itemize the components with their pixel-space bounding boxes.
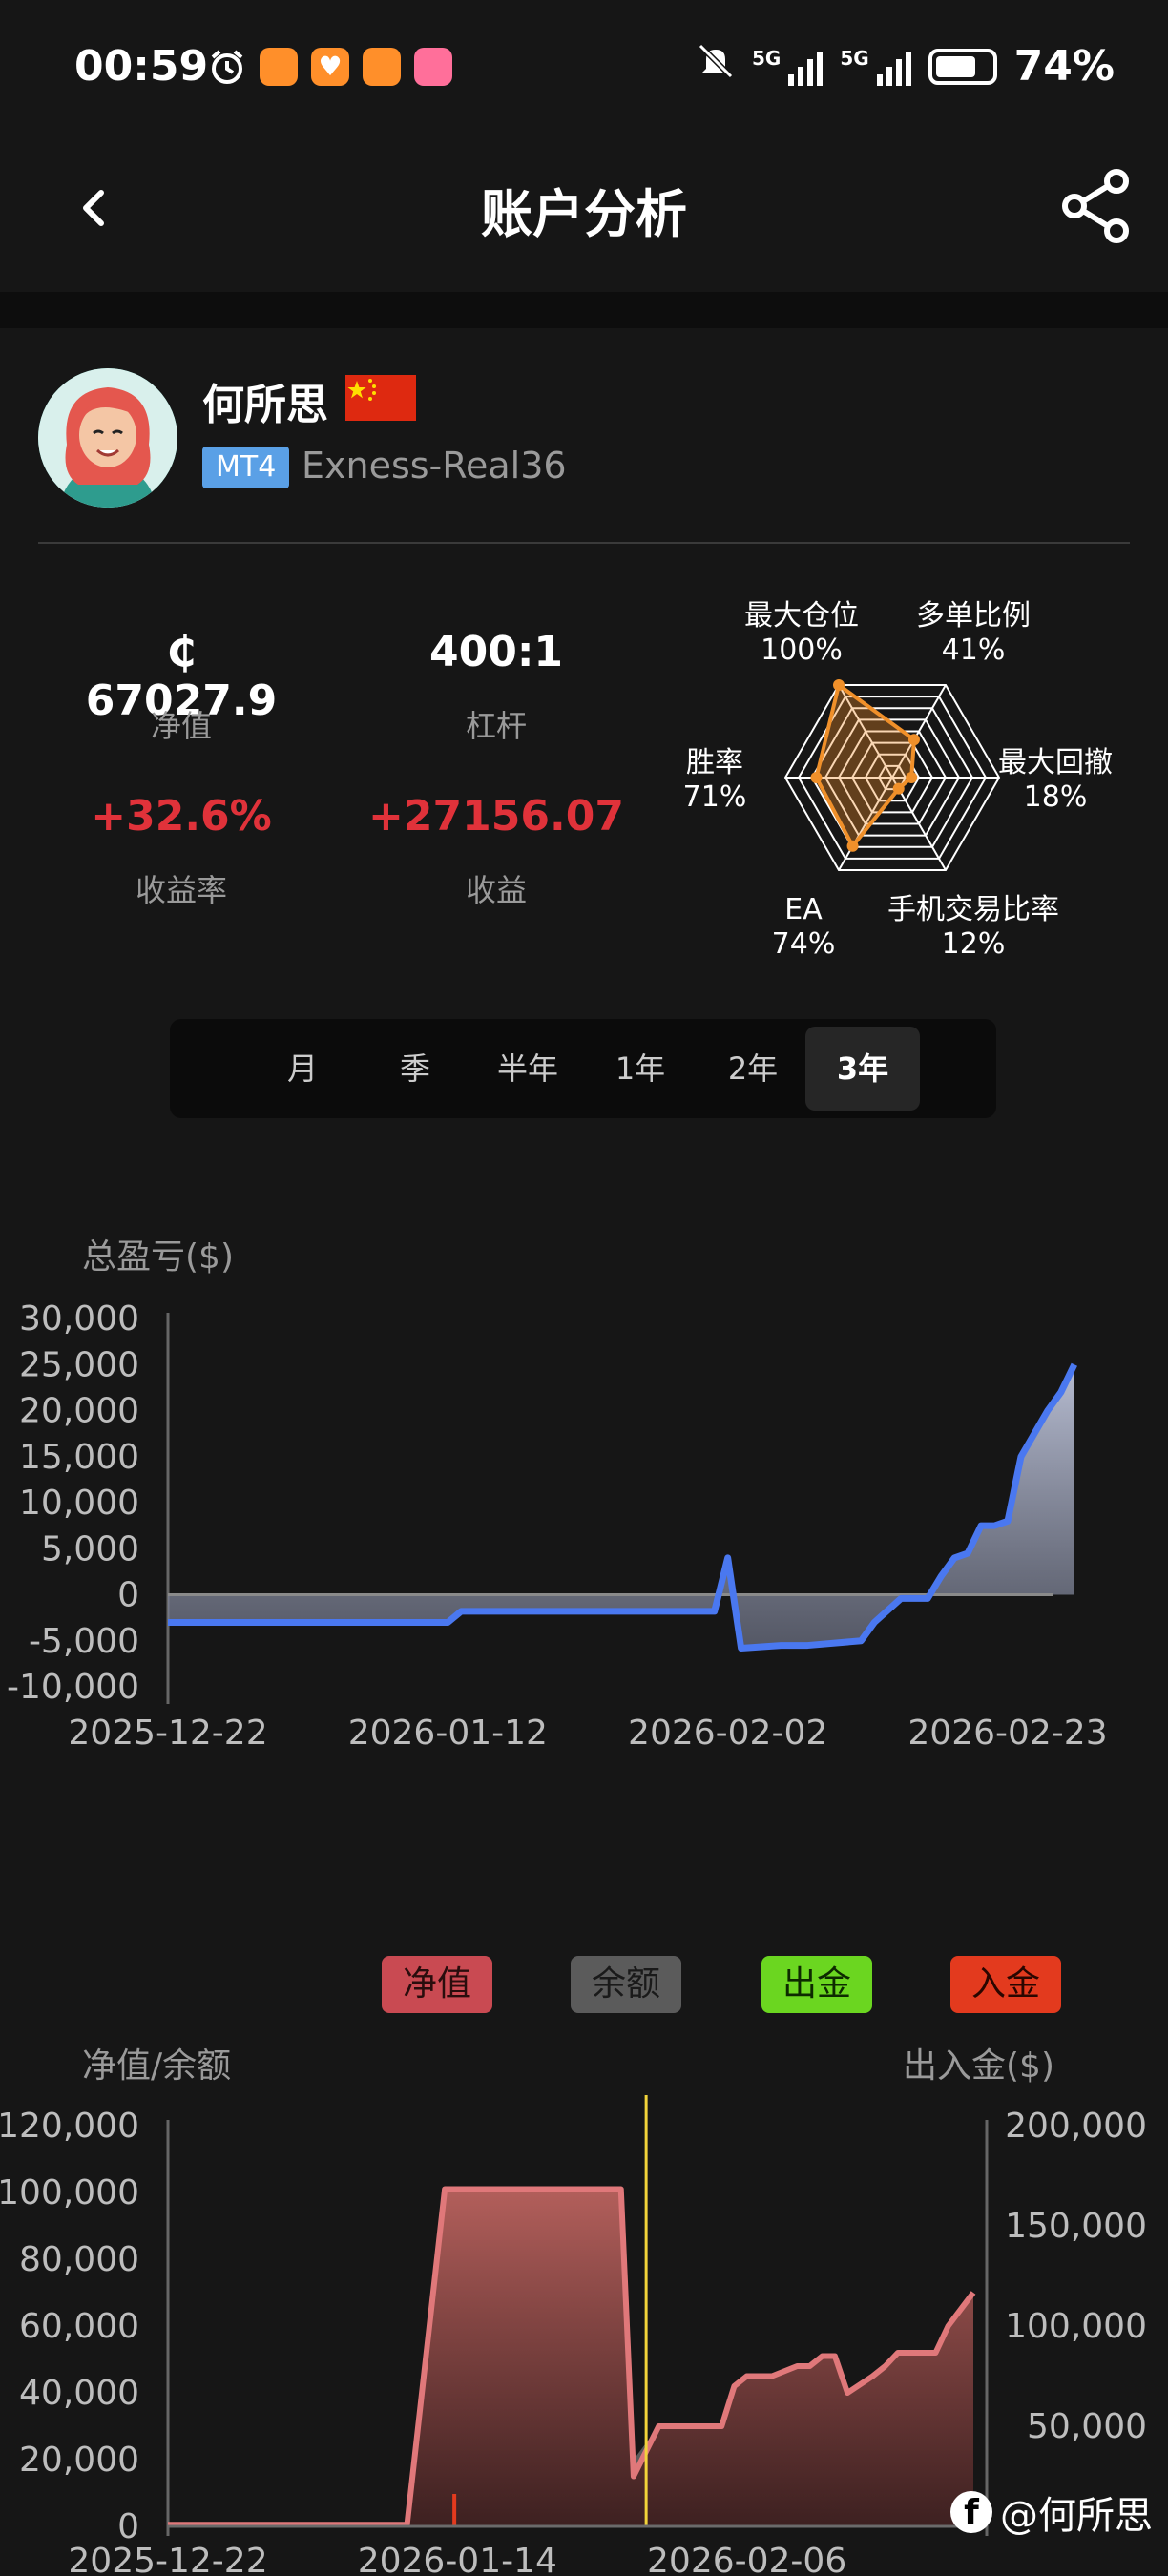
chart2-y2-tick: 200,000 <box>1005 2107 1147 2146</box>
chart2-y2label: 出入金($) <box>903 2046 1054 2086</box>
app-icon-bilibili <box>414 48 452 86</box>
watermark-text: @何所思 <box>1000 2494 1153 2538</box>
radar-value-area <box>814 681 917 850</box>
app-icon-heart: ♥ <box>311 48 349 86</box>
platform-badge: MT4 <box>202 447 290 488</box>
chart2-equity-area <box>168 2189 973 2526</box>
chart1-y-tick: 30,000 <box>19 1299 139 1339</box>
total-pnl-chart: 30,000 25,000 20,000 15,000 10,000 5,000 0 -5,0… <box>7 1299 1108 1753</box>
chart2-y-tick: 60,000 <box>19 2307 139 2346</box>
radar-label-mobile-ratio: 手机交易比率 12% <box>887 893 1059 961</box>
chart1-y-tick: 10,000 <box>19 1484 139 1523</box>
legend-withdrawal[interactable]: 出金 <box>761 1956 872 2013</box>
battery-icon <box>928 48 997 85</box>
period-tabs: 月 季 半年 1年 2年 3年 <box>170 1019 996 1118</box>
sim1-label: 5G <box>751 46 782 70</box>
chart2-y-tick: 120,000 <box>0 2107 139 2146</box>
radar-chart <box>783 679 1001 871</box>
chart1-x-tick: 2026-02-02 <box>628 1714 827 1753</box>
account-name: 何所思 <box>202 381 328 429</box>
tab-month[interactable]: 月 <box>250 1019 355 1118</box>
profit-label: 收益 <box>465 872 527 908</box>
facebook-icon: f <box>950 2491 992 2533</box>
tab-3-year[interactable]: 3年 <box>805 1027 920 1111</box>
chart1-x-tick: 2026-02-23 <box>907 1714 1107 1753</box>
radar-value-point <box>846 840 859 852</box>
tab-quarter[interactable]: 季 <box>363 1019 468 1118</box>
chart1-y-tick: -10,000 <box>7 1668 139 1707</box>
status-right: 5G 5G 74% <box>697 42 1115 91</box>
chart1-y-tick: 5,000 <box>41 1529 139 1568</box>
status-bar: 00:59 ♥ 5G 5G 74% <box>0 0 1168 134</box>
legend-balance[interactable]: 余额 <box>571 1956 681 2013</box>
profit-value: +27156.07 <box>368 792 624 841</box>
avatar <box>38 368 177 508</box>
chart1-y-tick: 15,000 <box>19 1438 139 1477</box>
chart2-y2-tick: 50,000 <box>1027 2407 1147 2446</box>
china-flag-icon <box>345 375 416 421</box>
radar-label-max-drawdown: 最大回撤 18% <box>998 746 1113 814</box>
chart2-y-tick: 20,000 <box>19 2441 139 2480</box>
chart2-y-tick: 80,000 <box>19 2240 139 2279</box>
sim2-label: 5G <box>840 46 869 70</box>
radar-value-point <box>907 734 920 746</box>
legend-deposit[interactable]: 入金 <box>950 1956 1061 2013</box>
radar-value-point <box>892 782 905 795</box>
page-title: 账户分析 <box>481 184 687 244</box>
share-icon[interactable] <box>1057 166 1137 246</box>
radar-value-point <box>810 772 823 783</box>
chart2-x-tick: 2026-01-14 <box>358 2542 557 2576</box>
leverage-label: 杠杆 <box>465 708 527 744</box>
chart2-y-tick: 40,000 <box>19 2374 139 2413</box>
mute-icon <box>697 42 735 91</box>
status-time: 00:59 <box>74 42 209 91</box>
signal-icon <box>876 48 911 86</box>
chart2-y-tick: 0 <box>117 2507 139 2546</box>
battery-percent: 74% <box>1013 42 1115 91</box>
radar-label-max-position: 最大仓位 100% <box>744 599 859 667</box>
tab-1-year[interactable]: 1年 <box>588 1019 693 1118</box>
chart1-y-tick: 25,000 <box>19 1345 139 1384</box>
radar-value-point <box>906 772 918 783</box>
legend-equity[interactable]: 净值 <box>382 1956 492 2013</box>
chart2-y2-tick: 100,000 <box>1005 2307 1147 2346</box>
profile-divider <box>38 542 1130 544</box>
chart2-y-tick: 100,000 <box>0 2173 139 2212</box>
chart1-x-tick: 2026-01-12 <box>348 1714 548 1753</box>
chart1-y-tick: 0 <box>117 1576 139 1615</box>
equity-label: 净值 <box>150 708 212 744</box>
alarm-icon <box>208 48 246 86</box>
chart2-y2-tick: 150,000 <box>1005 2207 1147 2246</box>
signal-icon <box>788 48 824 86</box>
radar-label-ea: EA 74% <box>771 893 836 961</box>
leverage-value: 400:1 <box>428 628 564 676</box>
radar-label-win-rate: 胜率 71% <box>682 746 747 814</box>
tab-half-year[interactable]: 半年 <box>475 1019 580 1118</box>
chart2-x-tick: 2026-02-06 <box>647 2542 846 2576</box>
chart1-ylabel: 总盈亏($) <box>82 1237 234 1277</box>
return-value: +32.6% <box>91 792 272 841</box>
chart1-y-tick: 20,000 <box>19 1392 139 1431</box>
chart1-y-tick: -5,000 <box>29 1622 139 1661</box>
return-label: 收益率 <box>135 872 227 908</box>
app-icon-orange <box>363 48 401 86</box>
tab-2-year[interactable]: 2年 <box>700 1019 805 1118</box>
chart2-x-tick: 2025-12-22 <box>68 2542 267 2576</box>
server-name: Exness-Real36 <box>302 445 567 487</box>
radar-value-point <box>833 679 845 692</box>
chart1-area <box>168 1364 1074 1649</box>
chart2-ylabel: 净值/余额 <box>82 2046 232 2086</box>
section-divider <box>0 292 1168 328</box>
watermark: f @何所思 <box>950 2484 1153 2540</box>
radar-label-long-ratio: 多单比例 41% <box>916 599 1031 667</box>
app-icon-orange <box>260 48 298 86</box>
chart1-x-tick: 2025-12-22 <box>68 1714 267 1753</box>
